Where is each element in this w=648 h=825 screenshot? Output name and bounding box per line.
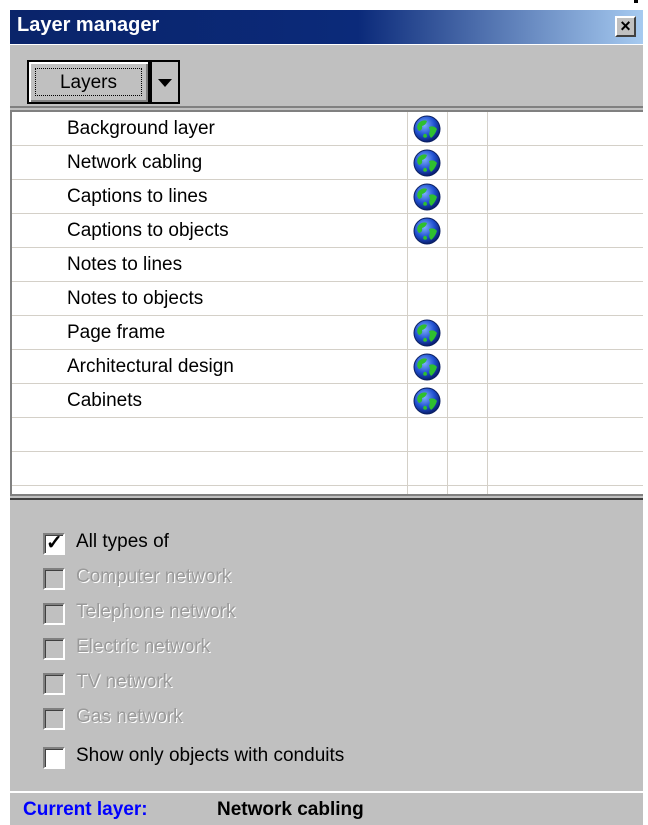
layer-list: Cabinets Architectural design Page frame No… xyxy=(10,110,643,496)
layer-row[interactable]: Notes to objects xyxy=(12,282,643,316)
toolbar: Layers xyxy=(10,44,643,108)
layer-row[interactable]: Architectural design xyxy=(12,350,643,384)
close-button[interactable]: × xyxy=(615,16,636,37)
layer-row[interactable]: Notes to lines xyxy=(12,248,643,282)
layer-name: Cabinets xyxy=(67,390,142,411)
layer-row[interactable]: Background layer xyxy=(12,112,643,146)
layer-name: Page frame xyxy=(67,322,166,343)
layer-name: Captions to lines xyxy=(67,186,208,207)
all-types-checkbox[interactable]: ✓ xyxy=(43,532,65,555)
gas-network-checkbox[interactable] xyxy=(43,708,65,730)
globe-icon[interactable] xyxy=(412,148,442,178)
globe-icon[interactable] xyxy=(412,182,442,212)
layer-name: Background layer xyxy=(67,118,215,139)
chevron-down-icon xyxy=(158,79,172,87)
globe-icon[interactable] xyxy=(412,114,442,144)
layer-name: Captions to objects xyxy=(67,220,229,241)
tv-network-label: TV network xyxy=(76,671,173,692)
layer-row[interactable] xyxy=(12,418,643,452)
layers-dropdown-button[interactable] xyxy=(150,60,180,104)
title-bar[interactable]: Layer manager × xyxy=(10,10,643,44)
layers-button-label: Layers xyxy=(59,72,118,93)
globe-icon[interactable] xyxy=(412,352,442,382)
computer-network-checkbox[interactable] xyxy=(43,568,65,590)
layer-row[interactable]: Captions to objects xyxy=(12,214,643,248)
all-types-label: All types of xyxy=(76,531,169,552)
window-title: Layer manager xyxy=(17,14,160,36)
conduits-checkbox[interactable] xyxy=(43,747,65,769)
computer-network-label: Computer network xyxy=(76,566,232,587)
close-x-icon: × xyxy=(620,16,631,36)
checkmark-icon: ✓ xyxy=(46,532,63,554)
layer-row[interactable]: Network cabling xyxy=(12,146,643,180)
layer-name: Notes to lines xyxy=(67,254,183,275)
column-divider xyxy=(407,112,408,494)
gas-network-label: Gas network xyxy=(76,706,183,727)
current-layer-value: Network cabling xyxy=(217,799,364,820)
layer-name: Architectural design xyxy=(67,356,234,377)
globe-icon[interactable] xyxy=(412,318,442,348)
top-mark xyxy=(634,0,638,3)
layer-row[interactable] xyxy=(12,452,643,486)
layer-row[interactable]: Page frame xyxy=(12,316,643,350)
electric-network-checkbox[interactable] xyxy=(43,638,65,660)
layer-row[interactable]: Captions to lines xyxy=(12,180,643,214)
globe-icon[interactable] xyxy=(412,216,442,246)
column-divider xyxy=(447,112,448,494)
layer-name: Network cabling xyxy=(67,152,203,173)
layer-name: Notes to objects xyxy=(67,288,204,309)
tv-network-checkbox[interactable] xyxy=(43,673,65,695)
conduits-label: Show only objects with conduits xyxy=(76,745,345,766)
top-strip xyxy=(0,0,648,4)
telephone-network-checkbox[interactable] xyxy=(43,603,65,625)
status-bar: Current layer: Network cabling xyxy=(10,791,643,825)
globe-icon[interactable] xyxy=(412,386,442,416)
layer-manager-window: Layer manager × Layers Cabinets Architect… xyxy=(10,10,643,825)
filter-panel: ✓ All types of Computer network Telephon… xyxy=(10,498,643,791)
current-layer-label: Current layer: xyxy=(23,799,148,820)
layer-row[interactable]: Cabinets xyxy=(12,384,643,418)
column-divider xyxy=(487,112,488,494)
telephone-network-label: Telephone network xyxy=(76,601,236,622)
layers-button[interactable]: Layers xyxy=(27,60,150,104)
electric-network-label: Electric network xyxy=(76,636,211,657)
